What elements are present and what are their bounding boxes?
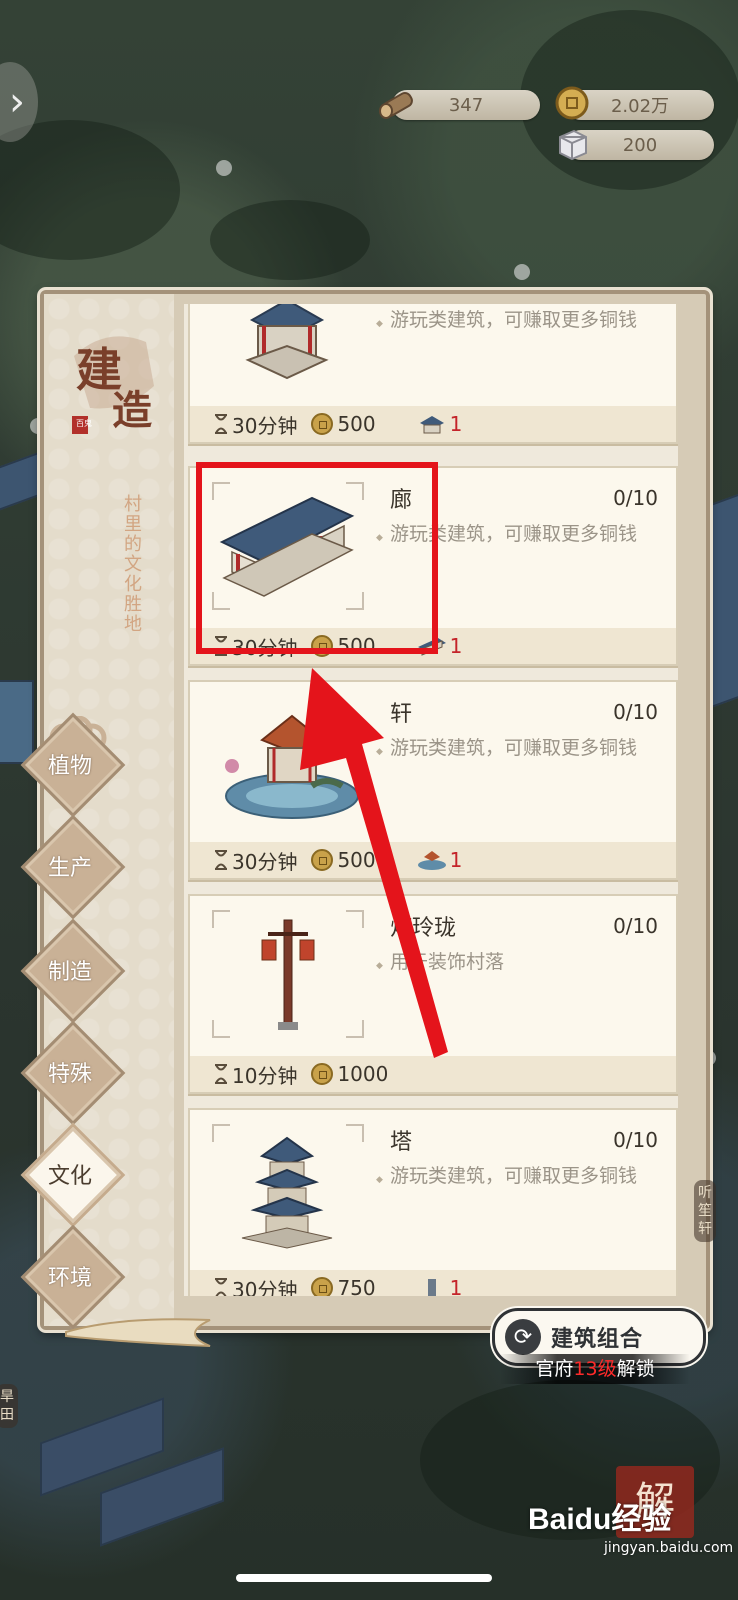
refresh-cycle-icon: ⟳ xyxy=(505,1319,541,1355)
unlock-hint: 官府13级解锁 xyxy=(500,1354,690,1384)
baidu-watermark: Baidu经验 xyxy=(528,1503,672,1536)
unlock-level: 13级 xyxy=(573,1358,617,1380)
combo-label: 建筑组合 xyxy=(551,1327,644,1352)
baidu-watermark-url: jingyan.baidu.com xyxy=(604,1540,734,1556)
map-label-tingsheng[interactable]: 听笙轩 xyxy=(694,1180,716,1242)
map-label-dryfield[interactable]: 旱田 xyxy=(0,1384,18,1428)
unlock-suffix: 解锁 xyxy=(616,1358,655,1380)
home-indicator[interactable] xyxy=(236,1574,492,1582)
unlock-prefix: 官府 xyxy=(535,1358,574,1380)
